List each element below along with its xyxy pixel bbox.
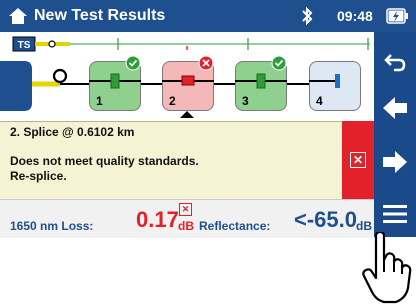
loss-unit: dB (178, 219, 194, 233)
ts-label: TS (18, 40, 31, 51)
reflectance-label: Reflectance: (199, 219, 271, 233)
event-number: 3 (242, 94, 249, 108)
event-number: 4 (316, 94, 323, 108)
selection-pointer (180, 111, 194, 118)
screen: New Test Results 09:48 TS 1 2 3 4 2. Spl… (0, 0, 416, 238)
splice-icon (181, 75, 194, 85)
battery-charging-icon (386, 8, 408, 24)
loss-value: 0.17 (136, 207, 179, 232)
hamburger-menu-icon (383, 205, 407, 223)
pass-check-icon (271, 55, 287, 71)
pointing-hand-icon (362, 232, 412, 304)
previous-event-button[interactable] (374, 84, 416, 132)
event-title: 2. Splice @ 0.6102 km (10, 125, 135, 139)
event-number: 2 (169, 94, 176, 108)
bluetooth-icon (302, 6, 313, 26)
splice-icon (256, 73, 265, 88)
side-nav (374, 32, 416, 237)
title-bar: New Test Results 09:48 (0, 0, 416, 32)
back-button[interactable] (374, 38, 416, 86)
fail-x-icon (198, 55, 214, 71)
page-title: New Test Results (34, 7, 166, 24)
event-4[interactable]: 4 (308, 61, 361, 111)
reflectance-value: <-65.0 (294, 207, 357, 232)
event-detail-panel: 2. Splice @ 0.6102 km Does not meet qual… (0, 121, 342, 199)
arrow-right-icon (383, 151, 407, 173)
splice-icon (110, 73, 119, 88)
ts-marker: TS (12, 36, 36, 52)
loss-label: 1650 nm Loss: (10, 219, 94, 233)
launch-connector-mark (48, 40, 56, 48)
next-event-button[interactable] (374, 138, 416, 186)
reflectance-unit: dB (356, 219, 372, 233)
loss-fail-icon: ✕ (179, 203, 192, 216)
event-3[interactable]: 3 (234, 55, 287, 111)
menu-button[interactable] (374, 190, 416, 238)
event-number: 1 (96, 94, 103, 108)
event-2-selected[interactable]: 2 (161, 55, 214, 111)
fail-status-panel: ✕ (342, 121, 374, 199)
launch-connector-icon (52, 68, 68, 84)
pass-check-icon (125, 55, 141, 71)
event-diagnosis: Does not meet quality standards. (10, 154, 199, 168)
event-1[interactable]: 1 (88, 55, 141, 111)
back-arrow-icon (384, 54, 406, 72)
end-connector-icon (334, 73, 340, 88)
measurement-bar: 1650 nm Loss: 0.17 ✕ dB Reflectance: <-6… (0, 199, 374, 238)
event-recommendation: Re-splice. (10, 169, 67, 183)
clock-time: 09:48 (337, 8, 373, 24)
arrow-left-icon (383, 97, 407, 119)
fail-icon: ✕ (350, 152, 366, 168)
source-box (0, 61, 32, 111)
home-icon[interactable] (8, 6, 28, 26)
link-map: TS 1 2 3 4 (0, 32, 374, 118)
